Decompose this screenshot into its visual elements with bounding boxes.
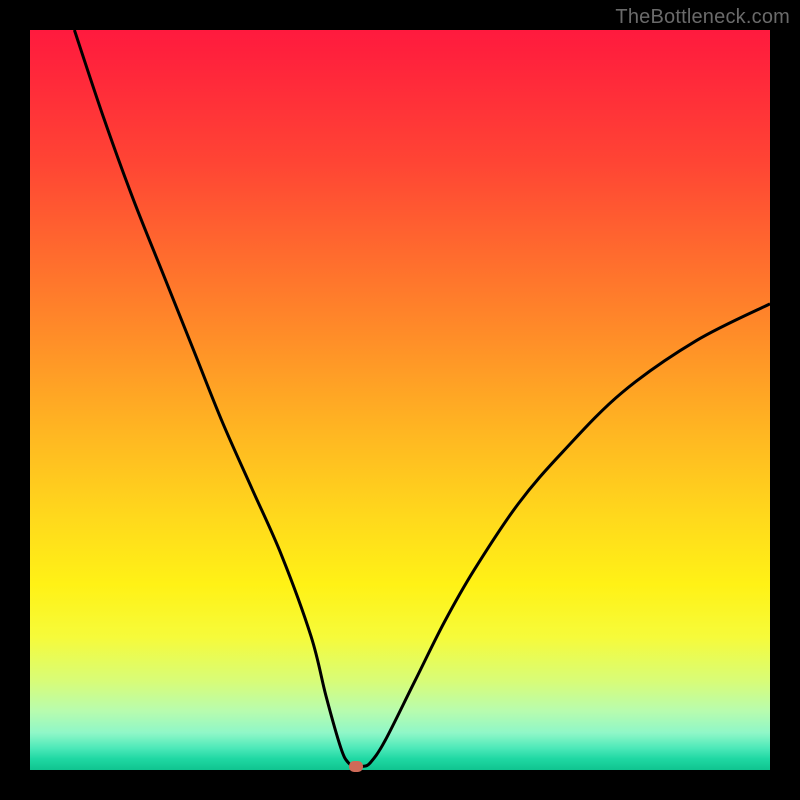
bottleneck-plot-area bbox=[30, 30, 770, 770]
curve-path bbox=[74, 30, 770, 767]
bottleneck-curve bbox=[30, 30, 770, 770]
attribution-text: TheBottleneck.com bbox=[615, 6, 790, 29]
optimum-marker bbox=[349, 761, 363, 772]
chart-frame: TheBottleneck.com bbox=[0, 0, 800, 800]
